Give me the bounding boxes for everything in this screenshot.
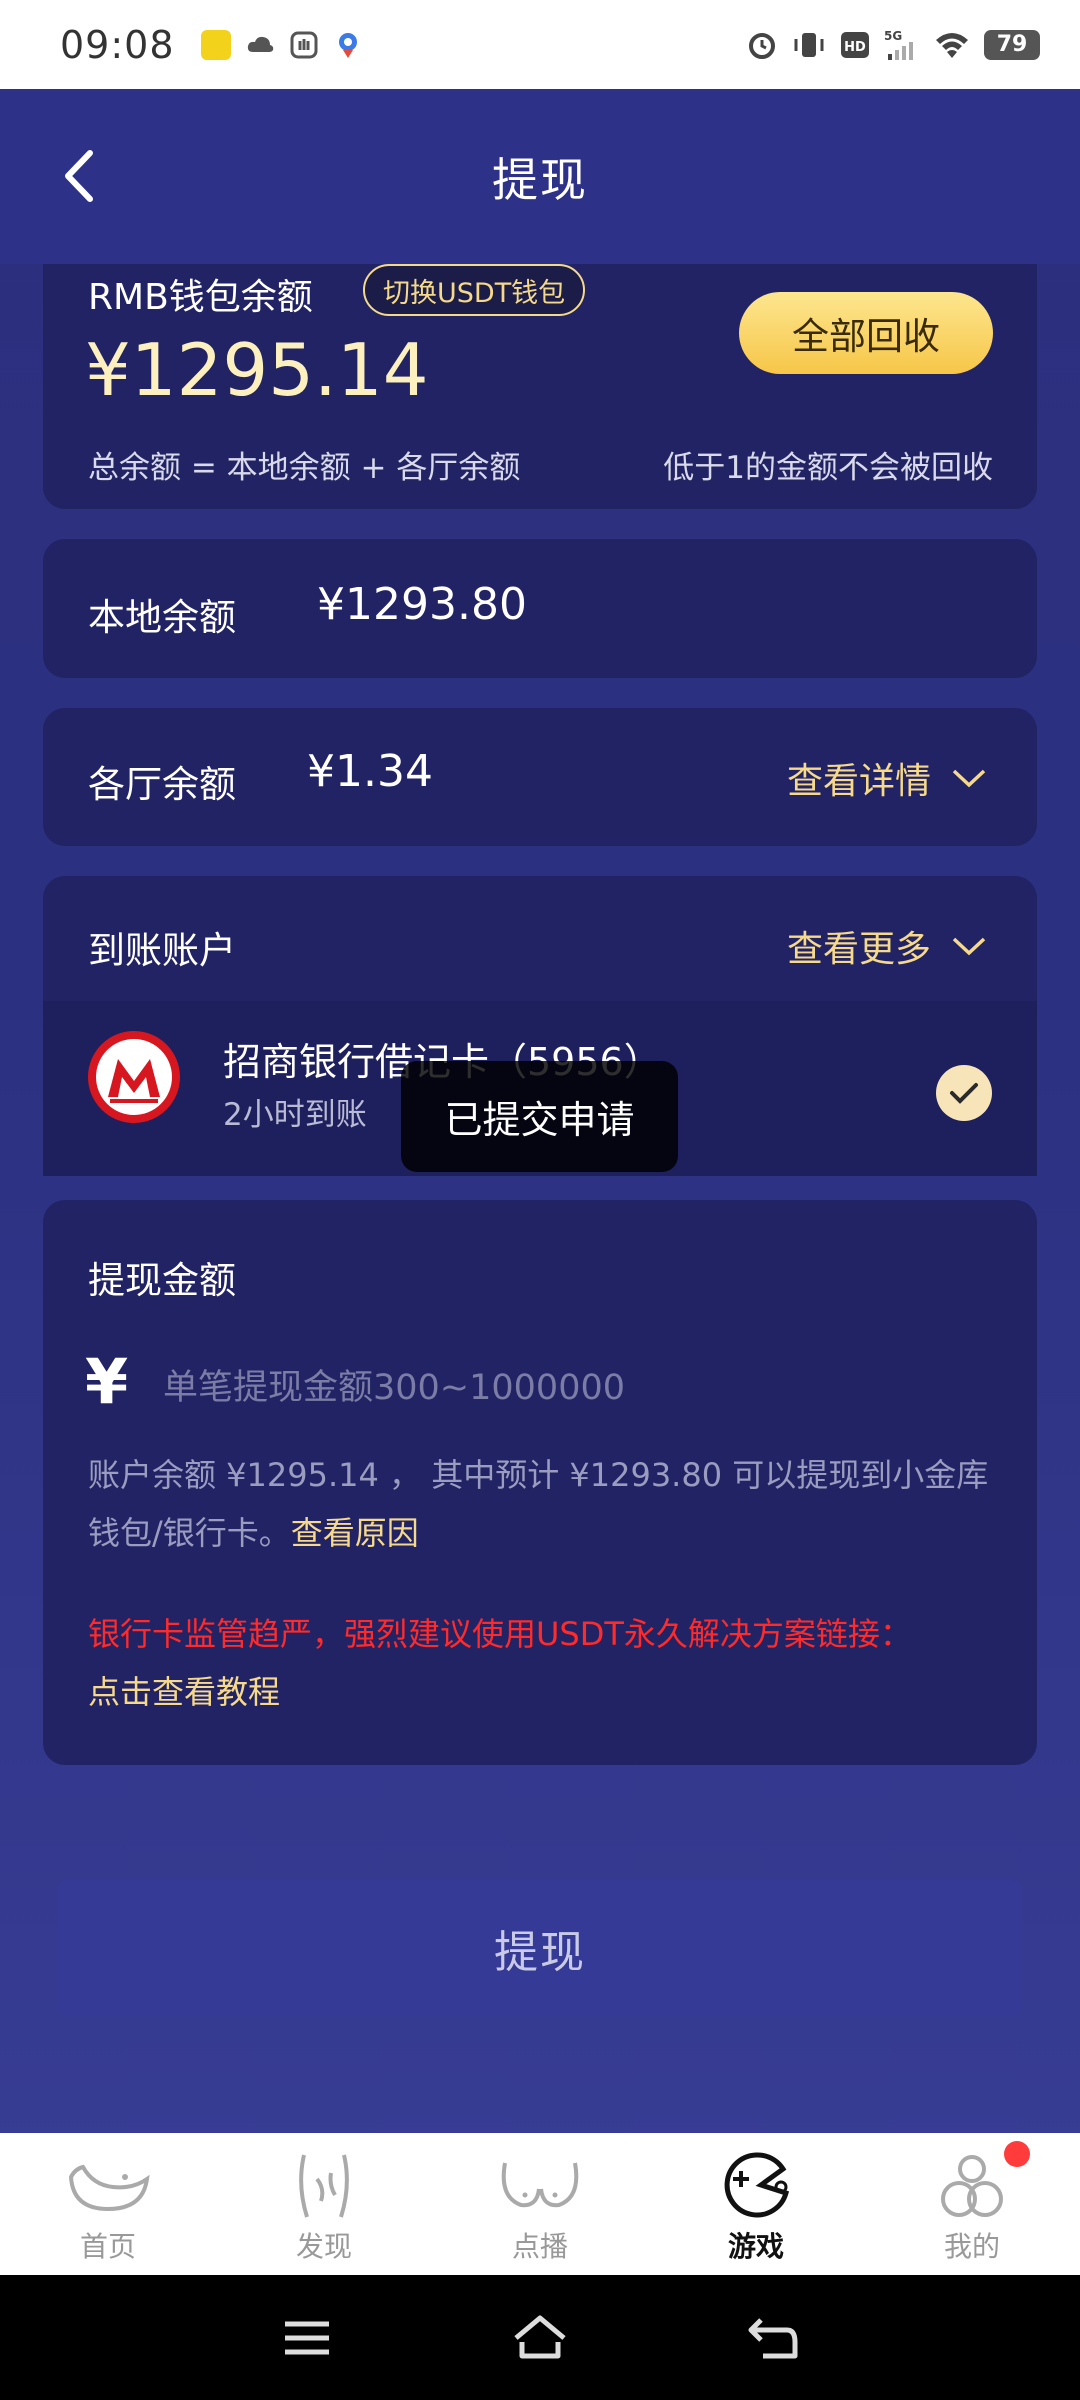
switch-usdt-wallet-button[interactable]: 切换USDT钱包: [363, 264, 586, 316]
halls-balance-card: 各厅余额 ¥1.34 查看详情: [43, 708, 1037, 846]
game-icon: [724, 2152, 790, 2218]
system-nav-bar: [0, 2275, 1080, 2400]
alarm-icon: [749, 32, 775, 59]
status-time: 09:08: [60, 22, 175, 67]
view-tutorial-link[interactable]: 点击查看教程: [88, 1673, 280, 1711]
app-notification-icon: [200, 29, 231, 60]
menu-icon[interactable]: [277, 2308, 337, 2368]
cloud-icon: [247, 36, 273, 52]
withdraw-amount-input[interactable]: [163, 1358, 963, 1418]
nav-label: 发现: [295, 2230, 352, 2263]
status-right: HD 5G 79: [746, 28, 1040, 62]
nav-label: 点播: [511, 2230, 568, 2263]
receiving-account-label: 到账账户: [88, 929, 236, 972]
local-balance-label: 本地余额: [88, 596, 236, 639]
back-icon[interactable]: [50, 141, 110, 211]
nav-label: 游戏: [727, 2230, 784, 2263]
usdt-warning: 银行卡监管趋严，强烈建议使用USDT永久解决方案链接： 点击查看教程: [88, 1605, 998, 1721]
svg-text:HD: HD: [844, 40, 866, 55]
balance-formula: 总余额 = 本地余额 + 各厅余额: [88, 450, 521, 486]
wallet-balance-card: RMB钱包余额 切换USDT钱包 ¥1295.14 全部回收 总余额 = 本地余…: [43, 264, 1037, 509]
view-more-link[interactable]: 查看更多: [787, 920, 987, 972]
nav-label: 我的: [943, 2230, 1000, 2263]
bank-arrival-time: 2小时到账: [223, 1097, 367, 1133]
balance-note-text: 账户余额 ¥1295.14 ， 其中预计 ¥1293.80 可以提现到小金库钱包…: [88, 1456, 989, 1552]
battery-indicator: 79: [984, 29, 1040, 60]
chevron-down-icon: [952, 937, 986, 956]
page-title: 提现: [492, 152, 588, 207]
rmb-wallet-label: RMB钱包余额: [88, 277, 313, 318]
profile-icon: [941, 2155, 1003, 2217]
svg-text:5G: 5G: [884, 29, 902, 43]
halls-balance-label: 各厅余额: [88, 763, 236, 806]
reclaim-all-button[interactable]: 全部回收: [739, 292, 993, 374]
signal-icon: 5G: [884, 29, 913, 60]
view-more-label: 查看更多: [786, 929, 931, 970]
status-bar: 09:08 HD 5G 79: [0, 0, 1080, 89]
withdraw-button[interactable]: 提现: [58, 1880, 1022, 2016]
bottom-nav: 首页 发现 点播 游戏 我的: [0, 2133, 1080, 2275]
balance-note: 账户余额 ¥1295.14 ， 其中预计 ¥1293.80 可以提现到小金库钱包…: [88, 1446, 998, 1562]
chevron-down-icon: [952, 769, 986, 788]
nav-item-vod[interactable]: 点播: [432, 2133, 648, 2275]
nav-item-home[interactable]: 首页: [0, 2133, 216, 2275]
withdraw-amount-card: 提现金额 ¥ 账户余额 ¥1295.14 ， 其中预计 ¥1293.80 可以提…: [43, 1200, 1037, 1765]
home-system-icon[interactable]: [510, 2308, 570, 2368]
reclaim-note: 低于1的金额不会被回收: [663, 450, 993, 486]
location-icon: [338, 32, 357, 58]
app-root: 09:08 HD 5G 79 提现 RMB钱包余额 切换USDT钱包 ¥1295…: [0, 0, 1080, 2400]
notification-dot: [1004, 2141, 1030, 2167]
withdraw-amount-title: 提现金额: [88, 1259, 236, 1302]
vibrate-icon: [794, 32, 824, 57]
view-details-link[interactable]: 查看详情: [787, 752, 987, 804]
nav-item-discover[interactable]: 发现: [216, 2133, 432, 2275]
wifi-icon: [936, 32, 968, 58]
local-balance-value: ¥1293.80: [317, 579, 527, 630]
notification-icons: [200, 29, 363, 60]
halls-balance-value: ¥1.34: [307, 746, 433, 797]
total-balance: ¥1295.14: [85, 328, 429, 412]
page-header: 提现: [0, 89, 1080, 264]
selected-check-icon[interactable]: [936, 1065, 992, 1121]
local-balance-card: 本地余额 ¥1293.80: [43, 539, 1037, 678]
nav-item-profile[interactable]: 我的: [864, 2133, 1080, 2275]
vod-icon: [501, 2162, 579, 2208]
home-icon: [68, 2164, 150, 2212]
nav-item-game[interactable]: 游戏: [648, 2133, 864, 2275]
view-reason-link[interactable]: 查看原因: [291, 1514, 419, 1552]
hd-icon: HD: [841, 31, 869, 58]
submitted-toast: 已提交申请: [401, 1061, 678, 1172]
view-details-label: 查看详情: [786, 761, 931, 802]
usdt-warning-text: 银行卡监管趋严，强烈建议使用USDT永久解决方案链接：: [88, 1615, 912, 1653]
back-system-icon[interactable]: [743, 2308, 803, 2368]
hand-icon: [290, 31, 318, 58]
yen-currency-icon: ¥: [85, 1345, 129, 1418]
discover-icon: [299, 2154, 349, 2218]
nav-label: 首页: [79, 2230, 136, 2263]
cmb-bank-logo-icon: [88, 1031, 180, 1123]
